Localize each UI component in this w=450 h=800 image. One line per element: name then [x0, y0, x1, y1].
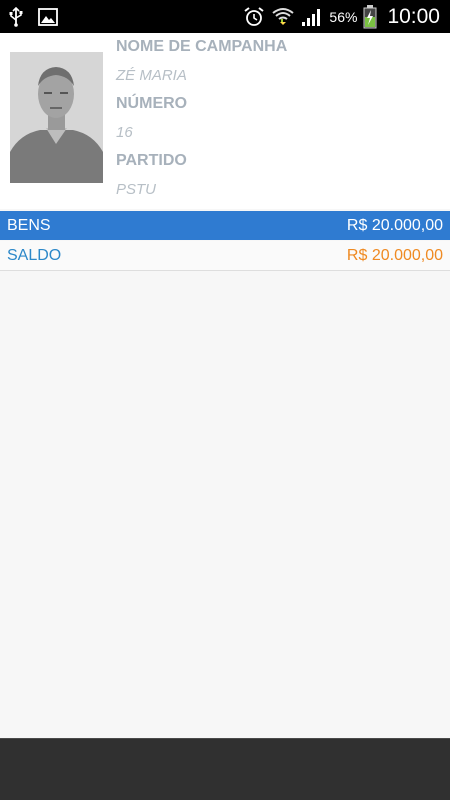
status-bar: 56% 10:00 [0, 0, 450, 33]
clock: 10:00 [387, 4, 440, 28]
battery-percent: 56% [329, 8, 358, 25]
battery-charging-icon [363, 4, 377, 29]
campaign-name-value: ZÉ MARIA [116, 67, 187, 84]
image-icon [38, 7, 58, 26]
number-label: NÚMERO [116, 95, 188, 112]
signal-icon [301, 7, 323, 27]
usb-icon [8, 6, 24, 27]
candidate-photo [10, 52, 103, 183]
bens-value: R$ 20.000,00 [346, 216, 443, 234]
wifi-icon [271, 6, 295, 28]
alarm-icon [243, 6, 265, 28]
saldo-label: SALDO [7, 246, 62, 264]
number-value: 16 [116, 124, 133, 141]
candidate-info: NOME DE CAMPANHA ZÉ MARIA NÚMERO 16 PART… [116, 37, 450, 208]
bens-label: BENS [7, 216, 51, 234]
bottom-action-bar [0, 738, 450, 800]
saldo-value: R$ 20.000,00 [346, 246, 443, 264]
candidate-header: NOME DE CAMPANHA ZÉ MARIA NÚMERO 16 PART… [0, 33, 450, 209]
saldo-row[interactable]: SALDO R$ 20.000,00 [0, 241, 450, 271]
bens-row[interactable]: BENS R$ 20.000,00 [0, 211, 450, 240]
party-label: PARTIDO [116, 152, 187, 169]
campaign-name-label: NOME DE CAMPANHA [116, 38, 288, 55]
party-value: PSTU [116, 181, 157, 198]
